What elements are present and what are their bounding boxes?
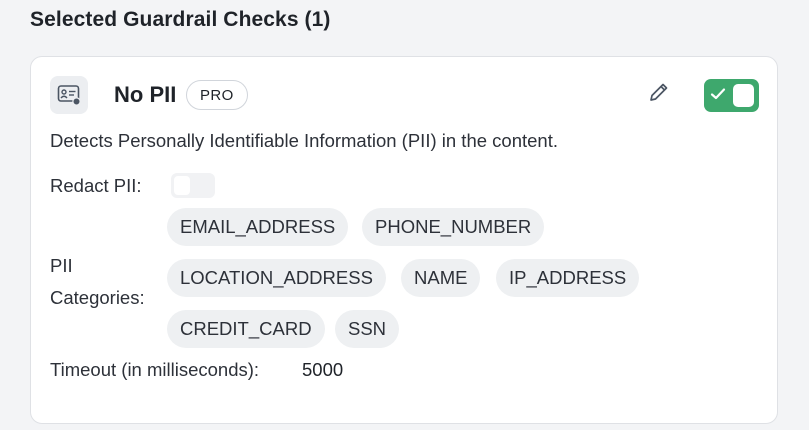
timeout-label: Timeout (in milliseconds): [50,359,260,380]
category-chip-email-address: EMAIL_ADDRESS [167,208,349,246]
section-title: Selected Guardrail Checks (1) [30,8,331,31]
pii-categories-label-line2: Categories: [50,287,145,308]
pii-categories-label: PII Categories: [50,250,170,314]
pii-categories-label-line1: PII [50,255,73,276]
check-name: No PII [114,82,177,107]
timeout-value: 5000 [302,359,344,380]
category-chip-credit-card: CREDIT_CARD [167,310,325,348]
toggle-knob [733,84,754,107]
toggle-knob [174,176,190,195]
id-card-icon [50,76,88,114]
edit-button[interactable] [644,79,674,109]
category-chip-name: NAME [401,259,481,297]
category-chip-location-address: LOCATION_ADDRESS [167,259,386,297]
category-chip-ssn: SSN [335,310,400,348]
redact-pii-toggle[interactable] [171,173,215,198]
pro-badge: PRO [186,80,248,110]
enable-check-toggle[interactable] [704,79,759,112]
category-chip-phone-number: PHONE_NUMBER [362,208,545,246]
redact-pii-label: Redact PII: [50,175,142,196]
category-chip-ip-address: IP_ADDRESS [496,259,640,297]
guardrail-check-card: No PII PRO Detects Personally Identifiab… [30,56,778,424]
check-description: Detects Personally Identifiable Informat… [50,130,558,151]
pencil-icon [647,80,671,109]
checkmark-icon [710,87,726,106]
